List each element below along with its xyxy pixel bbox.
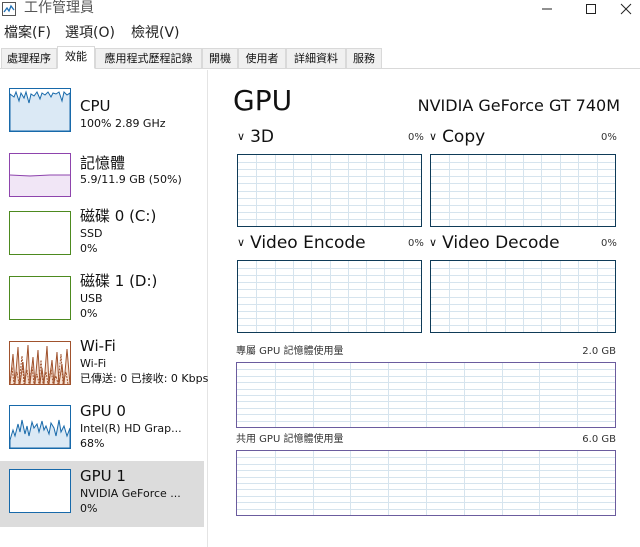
tab-processes[interactable]: 處理程序 [1, 48, 57, 68]
close-button[interactable] [612, 0, 640, 17]
dedicated-memory-graph [236, 362, 616, 428]
shared-memory-label: 共用 GPU 記憶體使用量 [236, 434, 344, 445]
shared-memory-graph [236, 450, 616, 516]
tab-users[interactable]: 使用者 [238, 48, 286, 68]
engine-label: Copy [442, 127, 486, 147]
minimize-button[interactable] [524, 0, 570, 17]
tab-bar: 處理程序 效能 應用程式歷程記錄 開機 使用者 詳細資料 服務 [0, 46, 640, 69]
sidebar-item-usage: 68% [80, 437, 105, 450]
title-bar: 工作管理員 [0, 0, 640, 19]
chevron-down-icon: ∨ [237, 130, 246, 143]
tab-services[interactable]: 服務 [346, 48, 382, 68]
sidebar-item-name: 磁碟 0 (C:) [80, 207, 157, 225]
chevron-down-icon: ∨ [429, 130, 438, 143]
dedicated-memory-max: 2.0 GB [582, 346, 616, 357]
gpu1-thumbnail-graph [9, 469, 71, 513]
menu-options[interactable]: 選項(O) [65, 24, 115, 42]
sidebar-item-detail: Wi-Fi [80, 357, 107, 370]
task-manager-icon [2, 1, 16, 16]
sidebar-item-usage: 0% [80, 502, 98, 515]
engine-label: 3D [250, 127, 274, 147]
wifi-thumbnail-graph [9, 341, 71, 385]
maximize-button[interactable] [568, 0, 614, 17]
menu-bar: 檔案(F) 選項(O) 檢視(V) [0, 22, 640, 44]
engine-video-decode-selector[interactable]: ∨ Video Decode [429, 233, 560, 253]
tab-startup[interactable]: 開機 [202, 48, 238, 68]
gpu-model-name: NVIDIA GeForce GT 740M [417, 96, 620, 115]
maximize-icon [586, 3, 596, 14]
sidebar-item-detail: USB [80, 292, 103, 305]
chevron-down-icon: ∨ [237, 236, 246, 249]
menu-view[interactable]: 檢視(V) [131, 24, 180, 42]
sidebar-item-wifi[interactable]: Wi-Fi Wi-Fi 已傳送: 0 已接收: 0 Kbps [0, 337, 208, 404]
gpu0-thumbnail-graph [9, 405, 71, 449]
engine-video-encode-selector[interactable]: ∨ Video Encode [237, 233, 366, 253]
engine-3d-selector[interactable]: ∨ 3D [237, 127, 274, 147]
dedicated-memory-label: 專屬 GPU 記憶體使用量 [236, 346, 344, 357]
sidebar-item-usage: 0% [80, 242, 98, 255]
sidebar-item-name: Wi-Fi [80, 337, 116, 355]
engine-label: Video Encode [250, 233, 366, 253]
tab-performance[interactable]: 效能 [57, 46, 95, 69]
shared-memory-max: 6.0 GB [582, 434, 616, 445]
sidebar-item-cpu[interactable]: CPU 100% 2.89 GHz [0, 80, 204, 146]
sidebar-item-throughput: 已傳送: 0 已接收: 0 Kbps [80, 372, 209, 385]
sidebar-item-detail: 5.9/11.9 GB (50%) [80, 173, 182, 186]
disk1-thumbnail-graph [9, 276, 71, 320]
cpu-thumbnail-graph [9, 88, 71, 132]
tab-details[interactable]: 詳細資料 [286, 48, 346, 68]
resource-sidebar: CPU 100% 2.89 GHz 記憶體 5.9/11.9 GB (50%) … [0, 70, 208, 547]
engine-video-decode-graph [430, 260, 616, 333]
sidebar-item-detail: Intel(R) HD Grap... [80, 422, 182, 435]
sidebar-item-detail: NVIDIA GeForce ... [80, 487, 181, 500]
sidebar-item-gpu-1[interactable]: GPU 1 NVIDIA GeForce ... 0% [0, 461, 204, 527]
engine-3d-graph [237, 154, 422, 227]
sidebar-item-disk-0[interactable]: 磁碟 0 (C:) SSD 0% [0, 207, 204, 276]
disk0-thumbnail-graph [9, 211, 71, 255]
window-title: 工作管理員 [24, 0, 94, 16]
sidebar-item-name: GPU 1 [80, 467, 126, 485]
sidebar-item-name: 磁碟 1 (D:) [80, 272, 158, 290]
sidebar-item-name: 記憶體 [80, 154, 126, 172]
sidebar-item-detail: SSD [80, 227, 103, 240]
engine-percent: 0% [601, 238, 617, 249]
minimize-icon [542, 8, 552, 9]
sidebar-item-memory[interactable]: 記憶體 5.9/11.9 GB (50%) [0, 145, 204, 211]
gpu-detail-panel: GPU NVIDIA GeForce GT 740M ∨ 3D 0% ∨ Copy … [215, 70, 640, 547]
engine-percent: 0% [601, 132, 617, 143]
sidebar-item-usage: 0% [80, 307, 98, 320]
menu-file[interactable]: 檔案(F) [4, 24, 51, 42]
page-title: GPU [233, 84, 293, 117]
engine-copy-selector[interactable]: ∨ Copy [429, 127, 485, 147]
sidebar-item-gpu-0[interactable]: GPU 0 Intel(R) HD Grap... 68% [0, 400, 204, 466]
engine-label: Video Decode [442, 233, 560, 253]
engine-video-encode-graph [237, 260, 422, 333]
sidebar-item-detail: 100% 2.89 GHz [80, 117, 166, 130]
chevron-down-icon: ∨ [429, 236, 438, 249]
sidebar-item-name: CPU [80, 97, 111, 115]
tab-app-history[interactable]: 應用程式歷程記錄 [95, 48, 202, 68]
engine-percent: 0% [408, 238, 424, 249]
sidebar-item-name: GPU 0 [80, 402, 126, 420]
engine-percent: 0% [408, 132, 424, 143]
engine-copy-graph [430, 154, 616, 227]
close-icon [620, 3, 632, 14]
sidebar-item-disk-1[interactable]: 磁碟 1 (D:) USB 0% [0, 272, 204, 341]
memory-thumbnail-graph [9, 153, 71, 197]
